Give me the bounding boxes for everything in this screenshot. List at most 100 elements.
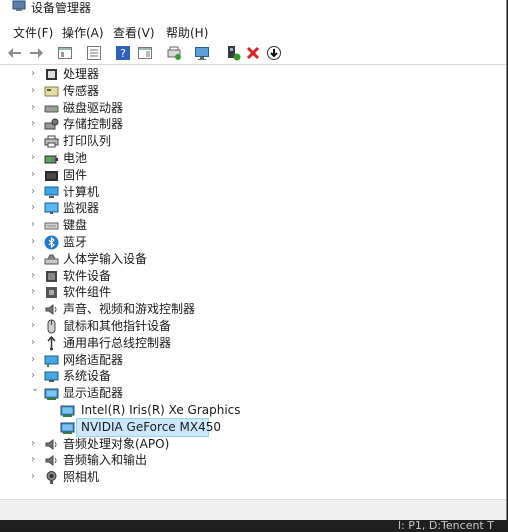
device-item[interactable]: Intel(R) Iris(R) Xe Graphics: [0, 402, 506, 419]
chevron-right-icon[interactable]: ›: [31, 337, 41, 349]
mouse-icon: [44, 319, 59, 334]
chevron-right-icon[interactable]: ›: [31, 286, 41, 298]
hid-icon: [44, 252, 59, 267]
chevron-right-icon[interactable]: ›: [31, 169, 41, 181]
menu-bar: 文件(F) 操作(A) 查看(V) 帮助(H): [0, 22, 506, 42]
category-label: 音频输入和输出: [63, 453, 148, 467]
chevron-right-icon[interactable]: ›: [31, 68, 41, 80]
uninstall-device-icon[interactable]: [245, 45, 261, 61]
firmware-icon: [44, 168, 59, 183]
forward-arrow-icon[interactable]: [28, 45, 44, 61]
enable-device-icon[interactable]: [225, 45, 241, 61]
category-label: 传感器: [63, 84, 100, 98]
help-icon[interactable]: ?: [115, 45, 131, 61]
category-label: 键盘: [63, 218, 88, 232]
menu-help[interactable]: 帮助(H): [166, 24, 208, 41]
device-item[interactable]: NVIDIA GeForce MX450: [0, 418, 506, 437]
chevron-right-icon[interactable]: ›: [31, 354, 41, 366]
category-label: 打印队列: [63, 134, 112, 148]
device-tree: › 处理器 › 传感器 › 磁盘驱动器 › 存储控制器 › 打印队列 › 电池 › 固件 › 计算机 › 监视器 ›…: [0, 66, 506, 498]
device-category[interactable]: › 音频输入和输出: [0, 452, 506, 469]
chevron-right-icon[interactable]: ›: [31, 85, 41, 97]
display-adapter-icon: [60, 420, 75, 435]
chevron-right-icon[interactable]: ›: [31, 454, 41, 466]
device-category[interactable]: › 电池: [0, 150, 506, 167]
system-device-icon: [44, 369, 59, 384]
console-tree-icon[interactable]: [86, 45, 102, 61]
chevron-right-icon[interactable]: ›: [31, 202, 41, 214]
category-label: 软件组件: [63, 285, 112, 299]
properties-view-icon[interactable]: [57, 45, 73, 61]
chevron-right-icon[interactable]: ›: [31, 270, 41, 282]
computer-icon: [44, 185, 59, 200]
display-adapter-icon: [60, 403, 75, 418]
keyboard-icon: [44, 218, 59, 233]
printer-icon: [44, 134, 59, 149]
update-driver-icon[interactable]: [166, 45, 182, 61]
menu-action[interactable]: 操作(A): [62, 24, 104, 41]
device-category[interactable]: › 传感器: [0, 83, 506, 100]
title-bar[interactable]: 设备管理器: [0, 0, 506, 18]
device-category[interactable]: › 计算机: [0, 184, 506, 201]
device-category[interactable]: › 固件: [0, 167, 506, 184]
chevron-right-icon[interactable]: ›: [31, 370, 41, 382]
chevron-right-icon[interactable]: ›: [31, 118, 41, 130]
toolbar: ?: [0, 42, 506, 65]
device-category[interactable]: › 通用串行总线控制器: [0, 335, 506, 352]
usb-icon: [44, 336, 59, 351]
category-label: 固件: [63, 168, 88, 182]
chevron-down-icon[interactable]: ⌄: [31, 383, 41, 395]
category-label: 鼠标和其他指针设备: [63, 319, 172, 333]
device-category[interactable]: › 磁盘驱动器: [0, 100, 506, 117]
chevron-right-icon[interactable]: ›: [31, 236, 41, 248]
device-category[interactable]: › 系统设备: [0, 368, 506, 385]
chevron-right-icon[interactable]: ›: [31, 320, 41, 332]
chevron-right-icon[interactable]: ›: [31, 253, 41, 265]
device-manager-window: 设备管理器 文件(F) 操作(A) 查看(V) 帮助(H) ? › 处理器 › …: [0, 0, 507, 521]
device-label: NVIDIA GeForce MX450: [81, 420, 221, 434]
category-label: 通用串行总线控制器: [63, 336, 172, 350]
device-category[interactable]: › 鼠标和其他指针设备: [0, 318, 506, 335]
storage-controller-icon: [44, 117, 59, 132]
category-label: 声音、视频和游戏控制器: [63, 302, 196, 316]
back-arrow-icon[interactable]: [7, 45, 23, 61]
chevron-right-icon[interactable]: ›: [31, 135, 41, 147]
category-label: 照相机: [63, 470, 100, 484]
scan-hardware-icon[interactable]: [194, 45, 210, 61]
category-label: 存储控制器: [63, 117, 124, 131]
device-category[interactable]: › 照相机: [0, 469, 506, 486]
menu-view[interactable]: 查看(V): [113, 24, 155, 41]
chevron-right-icon[interactable]: ›: [31, 102, 41, 114]
device-category[interactable]: › 键盘: [0, 217, 506, 234]
device-category[interactable]: › 音频处理对象(APO): [0, 436, 506, 453]
device-category[interactable]: › 软件组件: [0, 284, 506, 301]
software-component-icon: [44, 285, 59, 300]
disk-drive-icon: [44, 101, 59, 116]
category-label: 音频处理对象(APO): [63, 437, 170, 451]
device-category[interactable]: › 声音、视频和游戏控制器: [0, 301, 506, 318]
device-category[interactable]: › 网络适配器: [0, 352, 506, 369]
device-category[interactable]: › 蓝牙: [0, 234, 506, 251]
audio-icon: [44, 453, 59, 468]
device-category[interactable]: › 软件设备: [0, 268, 506, 285]
download-driver-icon[interactable]: [266, 45, 282, 61]
device-label: Intel(R) Iris(R) Xe Graphics: [81, 403, 241, 417]
device-category[interactable]: › 存储控制器: [0, 116, 506, 133]
chevron-right-icon[interactable]: ›: [31, 219, 41, 231]
network-adapter-icon: [44, 353, 59, 368]
device-category[interactable]: › 处理器: [0, 66, 506, 83]
device-category[interactable]: › 监视器: [0, 200, 506, 217]
chevron-right-icon[interactable]: ›: [31, 186, 41, 198]
device-category[interactable]: › 人体学输入设备: [0, 251, 506, 268]
device-category[interactable]: ⌄ 显示适配器: [0, 383, 506, 402]
menu-file[interactable]: 文件(F): [13, 24, 53, 41]
chevron-right-icon[interactable]: ›: [31, 303, 41, 315]
chevron-right-icon[interactable]: ›: [31, 152, 41, 164]
svg-text:?: ?: [120, 47, 126, 60]
camera-icon: [44, 470, 59, 485]
chevron-right-icon[interactable]: ›: [31, 471, 41, 483]
chevron-right-icon[interactable]: ›: [31, 438, 41, 450]
action-pane-icon[interactable]: [137, 45, 153, 61]
category-label: 处理器: [63, 67, 100, 81]
device-category[interactable]: › 打印队列: [0, 133, 506, 150]
